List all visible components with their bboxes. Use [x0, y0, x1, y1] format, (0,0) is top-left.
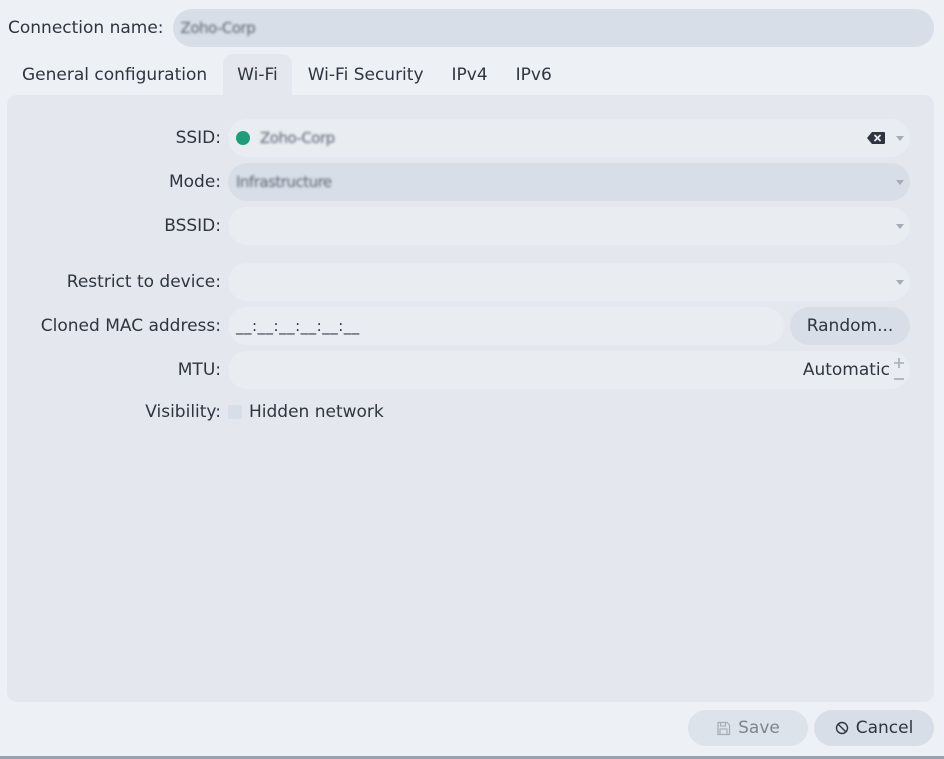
ssid-combo[interactable]: Zoho-Corp [228, 119, 910, 157]
mtu-label: MTU: [177, 360, 221, 380]
hidden-network-label[interactable]: Hidden network [249, 402, 384, 422]
tab-ipv6[interactable]: IPv6 [502, 54, 566, 96]
chevron-down-icon[interactable] [896, 280, 904, 285]
cloned-mac-row: Cloned MAC address: __:__:__:__:__:__ Ra… [7, 307, 934, 345]
connection-name-row: Connection name: Zoho-Corp [8, 9, 934, 47]
visibility-row: Visibility: Hidden network [7, 393, 934, 431]
wifi-network-dot-icon [236, 131, 250, 145]
hidden-network-checkbox[interactable] [228, 405, 242, 419]
mtu-stepper-icon[interactable] [892, 355, 906, 385]
cancel-icon [835, 721, 848, 735]
ssid-value: Zoho-Corp [260, 129, 335, 147]
restrict-device-label: Restrict to device: [66, 272, 221, 292]
mode-row: Mode: Infrastructure [7, 163, 934, 201]
bssid-row: BSSID: [7, 207, 934, 245]
tab-general-configuration[interactable]: General configuration [8, 54, 221, 96]
connection-name-label: Connection name: [8, 18, 164, 38]
mtu-row: MTU: Automatic [7, 351, 934, 389]
restrict-device-row: Restrict to device: [7, 263, 934, 301]
save-button[interactable]: Save [688, 710, 808, 746]
save-icon [717, 721, 731, 735]
visibility-label: Visibility: [145, 402, 221, 422]
connection-editor-window: Connection name: Zoho-Corp General confi… [0, 0, 944, 759]
mode-dropdown[interactable]: Infrastructure [228, 163, 910, 201]
cancel-button-label: Cancel [855, 718, 914, 738]
random-mac-button[interactable]: Random... [790, 307, 910, 345]
save-button-label: Save [738, 718, 780, 738]
wifi-settings-panel: SSID: Zoho-Corp Mode: Infrastructure BSS… [7, 95, 934, 702]
cloned-mac-label: Cloned MAC address: [40, 316, 221, 336]
restrict-device-combo[interactable] [228, 263, 910, 301]
ssid-row: SSID: Zoho-Corp [7, 119, 934, 157]
ssid-label: SSID: [175, 128, 221, 148]
cloned-mac-input[interactable]: __:__:__:__:__:__ [228, 307, 784, 345]
chevron-down-icon[interactable] [896, 224, 904, 229]
cancel-button[interactable]: Cancel [814, 710, 934, 746]
connection-name-input[interactable]: Zoho-Corp [172, 9, 934, 47]
tab-bar: General configuration Wi-Fi Wi-Fi Securi… [8, 54, 566, 96]
mtu-value: Automatic [802, 360, 890, 380]
chevron-down-icon [896, 180, 904, 185]
tab-wifi-security[interactable]: Wi-Fi Security [294, 54, 438, 96]
bssid-combo[interactable] [228, 207, 910, 245]
cloned-mac-value: __:__:__:__:__:__ [236, 317, 360, 335]
mode-label: Mode: [168, 172, 221, 192]
connection-name-value: Zoho-Corp [180, 19, 256, 37]
tab-ipv4[interactable]: IPv4 [438, 54, 502, 96]
clear-text-icon[interactable] [866, 131, 886, 145]
chevron-down-icon[interactable] [896, 136, 904, 141]
bssid-label: BSSID: [164, 216, 221, 236]
mode-value: Infrastructure [236, 173, 332, 191]
tab-wifi[interactable]: Wi-Fi [223, 54, 292, 96]
